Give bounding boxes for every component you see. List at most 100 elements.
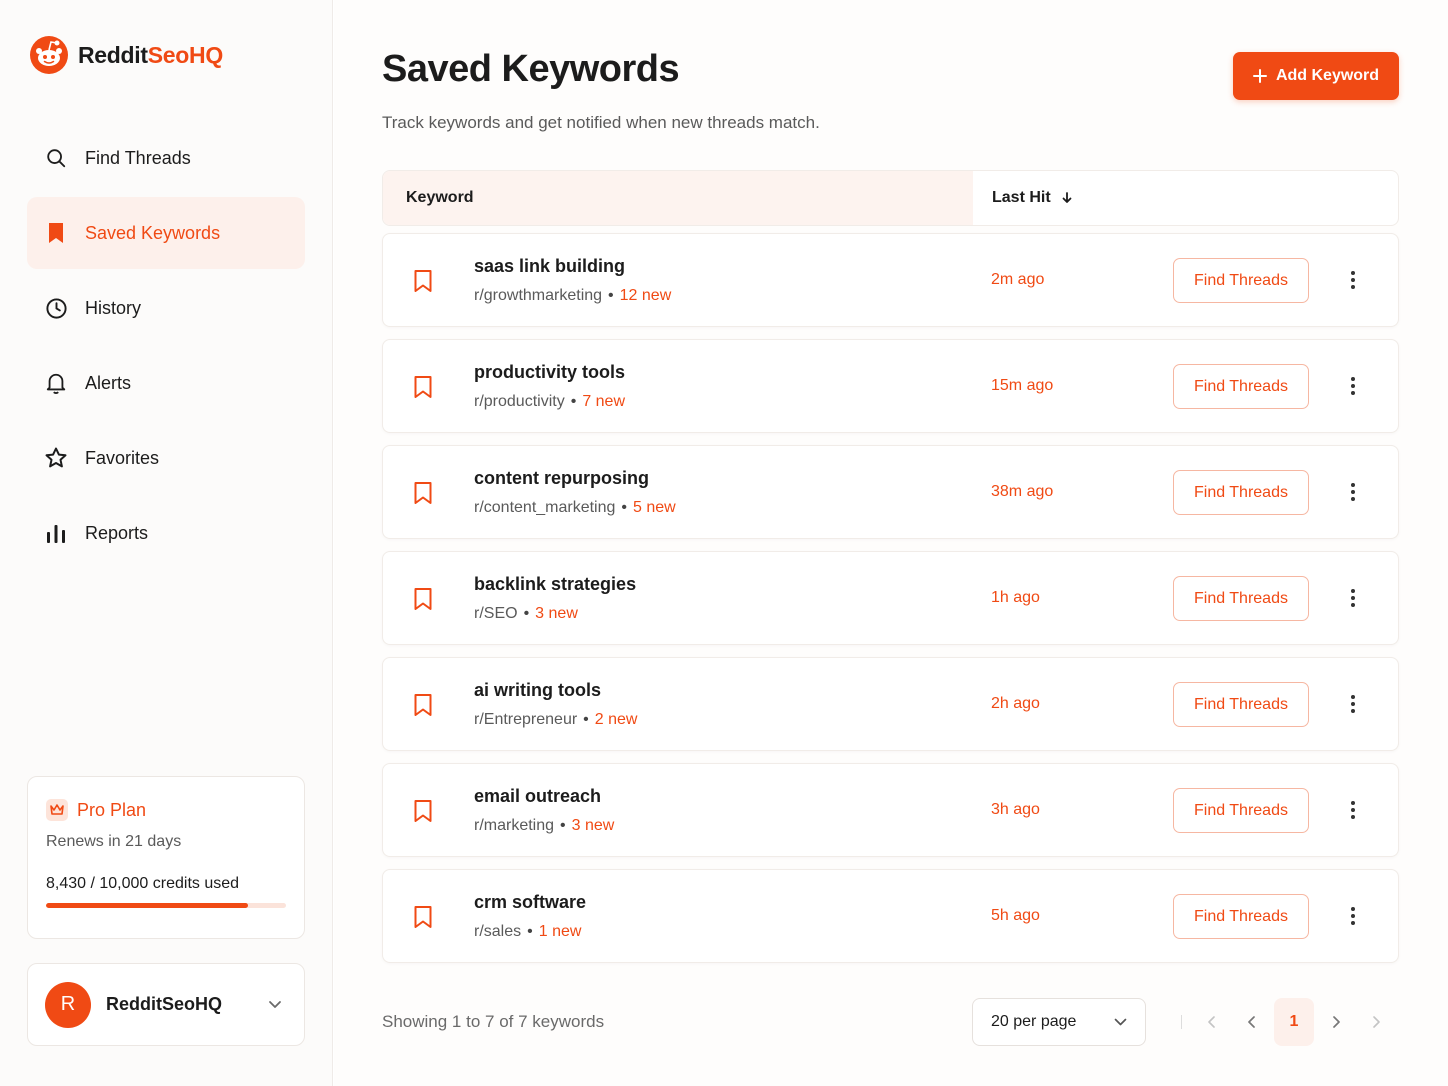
table-row: saas link building r/growthmarketing • 12 … [382, 233, 1399, 327]
sidebar: RedditSeoHQ Find Threads Saved Keywords … [0, 0, 333, 1086]
sidebar-item-find-threads[interactable]: Find Threads [27, 122, 305, 194]
more-vertical-icon[interactable] [1341, 373, 1365, 399]
bookmark-outline-icon[interactable] [412, 375, 434, 399]
keyword-title: ai writing tools [474, 680, 602, 700]
prev-page-button[interactable] [1232, 998, 1272, 1046]
per-page-select[interactable]: 20 per page [972, 998, 1146, 1046]
sidebar-item-history[interactable]: History [27, 272, 305, 344]
keyword-new-count: 5 new [633, 499, 676, 516]
separator-dot: • [608, 287, 614, 304]
keyword-title: productivity tools [474, 362, 626, 382]
main-content: Saved Keywords Track keywords and get no… [334, 0, 1448, 1086]
sidebar-item-reports[interactable]: Reports [27, 497, 305, 569]
page-subtitle: Track keywords and get notified when new… [382, 113, 820, 132]
find-threads-button[interactable]: Find Threads [1173, 364, 1309, 409]
bookmark-outline-icon[interactable] [412, 481, 434, 505]
keyword-subreddit[interactable]: r/growthmarketing [474, 287, 602, 304]
separator-dot: • [621, 499, 628, 516]
keyword-last-hit: 2m ago [991, 271, 1045, 288]
keyword-last-hit: 1h ago [991, 589, 1040, 606]
find-threads-button[interactable]: Find Threads [1173, 470, 1309, 515]
pagination-divider [1172, 998, 1192, 1046]
keyword-last-hit: 15m ago [991, 377, 1054, 394]
keyword-title: saas link building [474, 256, 626, 276]
keyword-last-hit: 38m ago [991, 483, 1054, 500]
find-threads-button[interactable]: Find Threads [1173, 258, 1309, 303]
search-icon [43, 145, 69, 171]
sidebar-nav: Find Threads Saved Keywords History Aler… [27, 122, 305, 572]
last-page-button[interactable] [1356, 998, 1396, 1046]
more-vertical-icon[interactable] [1341, 797, 1365, 823]
more-vertical-icon[interactable] [1341, 903, 1365, 929]
sidebar-item-alerts[interactable]: Alerts [27, 347, 305, 419]
bookmark-icon [43, 220, 69, 246]
more-vertical-icon[interactable] [1341, 479, 1365, 505]
table-row: email outreach r/marketing • 3 new 3h ago … [382, 763, 1399, 857]
avatar: R [45, 981, 91, 1028]
sidebar-item-label: Favorites [85, 447, 160, 468]
brand-name-part1: Reddit [78, 41, 148, 68]
column-header-last-hit[interactable]: Last Hit [973, 189, 1073, 207]
plan-title: Pro Plan [46, 799, 286, 821]
keyword-meta: r/marketing • 3 new [474, 817, 614, 835]
more-vertical-icon[interactable] [1341, 691, 1365, 717]
keyword-last-hit: 5h ago [991, 907, 1040, 924]
keyword-new-count: 12 new [619, 287, 672, 304]
user-menu[interactable]: R RedditSeoHQ [27, 963, 305, 1046]
chevron-double-left-icon [1208, 1016, 1215, 1028]
keyword-meta: r/Entrepreneur • 2 new [474, 711, 637, 729]
keyword-list: saas link building r/growthmarketing • 12 … [382, 233, 1399, 975]
keyword-new-count: 7 new [582, 393, 626, 410]
bookmark-outline-icon[interactable] [412, 693, 434, 717]
brand[interactable]: RedditSeoHQ [30, 36, 223, 74]
keyword-meta: r/growthmarketing • 12 new [474, 287, 671, 305]
keyword-subreddit[interactable]: r/content_marketing [474, 499, 615, 516]
find-threads-button[interactable]: Find Threads [1173, 576, 1309, 621]
page-button-current[interactable]: 1 [1274, 998, 1314, 1046]
plus-icon [1252, 69, 1267, 83]
find-threads-button[interactable]: Find Threads [1173, 894, 1309, 939]
brand-name-part2: SeoHQ [147, 41, 223, 68]
table-row: content repurposing r/content_marketing •… [382, 445, 1399, 539]
find-threads-button[interactable]: Find Threads [1173, 682, 1309, 727]
bookmark-outline-icon[interactable] [412, 587, 434, 611]
keyword-new-count: 3 new [571, 817, 615, 834]
find-threads-button[interactable]: Find Threads [1173, 788, 1309, 833]
sidebar-item-favorites[interactable]: Favorites [27, 422, 305, 494]
add-keyword-button[interactable]: Add Keyword [1233, 52, 1399, 100]
brand-name: RedditSeoHQ [78, 42, 223, 69]
plan-renewal: Renews in 21 days [46, 833, 182, 850]
more-vertical-icon[interactable] [1341, 267, 1365, 293]
table-row: ai writing tools r/Entrepreneur • 2 new 2h… [382, 657, 1399, 751]
keyword-last-hit: 3h ago [991, 801, 1040, 818]
keyword-subreddit[interactable]: r/Entrepreneur [474, 711, 577, 728]
table-header: Keyword Last Hit [382, 170, 1399, 226]
keyword-subreddit[interactable]: r/sales [474, 923, 521, 940]
keyword-title: content repurposing [474, 468, 649, 488]
plan-card: Pro Plan Renews in 21 days 8,430 / 10,00… [27, 776, 305, 939]
column-header-keyword: Keyword [383, 171, 973, 225]
separator-dot: • [560, 817, 566, 834]
more-vertical-icon[interactable] [1341, 585, 1365, 611]
crown-icon [46, 799, 68, 821]
bookmark-outline-icon[interactable] [412, 799, 434, 823]
bookmark-outline-icon[interactable] [412, 269, 434, 293]
first-page-button[interactable] [1192, 998, 1232, 1046]
keyword-subreddit[interactable]: r/marketing [474, 817, 554, 834]
keyword-subreddit[interactable]: r/SEO [474, 605, 518, 622]
separator-dot: • [570, 393, 577, 410]
bell-icon [43, 370, 69, 396]
sidebar-item-label: Reports [85, 522, 149, 543]
chevron-down-icon [1114, 1018, 1127, 1026]
clock-icon [43, 295, 69, 321]
bookmark-outline-icon[interactable] [412, 905, 434, 929]
column-header-last-hit-label: Last Hit [992, 189, 1051, 206]
next-page-button[interactable] [1316, 998, 1356, 1046]
sidebar-item-label: Saved Keywords [85, 222, 221, 243]
credits-progress-fill [46, 903, 249, 908]
sidebar-item-label: Find Threads [85, 147, 191, 168]
plan-name: Pro Plan [77, 799, 147, 820]
table-row: crm software r/sales • 1 new 5h ago Find T… [382, 869, 1399, 963]
sidebar-item-saved-keywords[interactable]: Saved Keywords [27, 197, 305, 269]
keyword-subreddit[interactable]: r/productivity [474, 393, 565, 410]
